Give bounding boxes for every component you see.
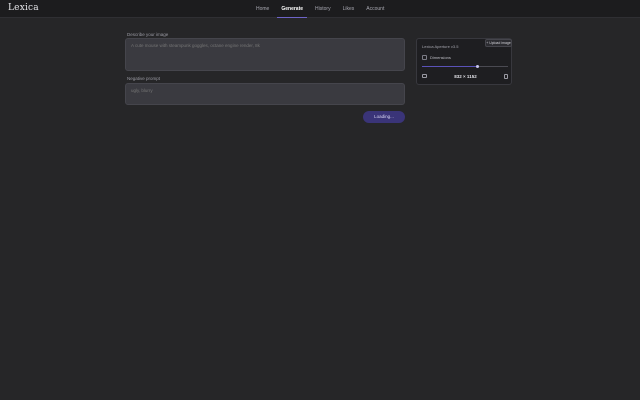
nav-item-generate[interactable]: Generate [275, 0, 309, 18]
prompt-input[interactable] [125, 38, 405, 71]
nav-item-account[interactable]: Account [360, 0, 390, 18]
model-name[interactable]: Lexica Aperture v3.5 [422, 44, 458, 49]
aspect-row: 832 × 1152 [422, 73, 508, 79]
aspect-slider-fill [422, 66, 478, 67]
aspect-value: 832 × 1152 [454, 73, 477, 79]
lexica-logo[interactable]: Lexica [8, 3, 39, 13]
nav-item-home[interactable]: Home [250, 0, 275, 18]
dimensions-label: Dimensions [430, 55, 451, 60]
prompt-label: Describe your image [127, 32, 169, 37]
dimensions-row[interactable]: Dimensions [422, 55, 451, 60]
landscape-image-icon[interactable] [422, 74, 427, 78]
nav-item-history[interactable]: History [309, 0, 337, 18]
generate-button[interactable]: Loading... [363, 111, 405, 123]
top-navigation-bar: Lexica Home Generate History Likes Accou… [0, 0, 640, 18]
portrait-image-icon[interactable] [504, 73, 508, 79]
aspect-slider[interactable] [422, 65, 508, 68]
upload-image-button[interactable]: + Upload image [485, 39, 512, 47]
nav-item-likes[interactable]: Likes [337, 0, 361, 18]
main-nav: Home Generate History Likes Account [250, 0, 390, 18]
dimensions-icon [422, 55, 427, 60]
negative-prompt-input[interactable] [125, 83, 405, 105]
negative-prompt-label: Negative prompt [127, 76, 161, 81]
